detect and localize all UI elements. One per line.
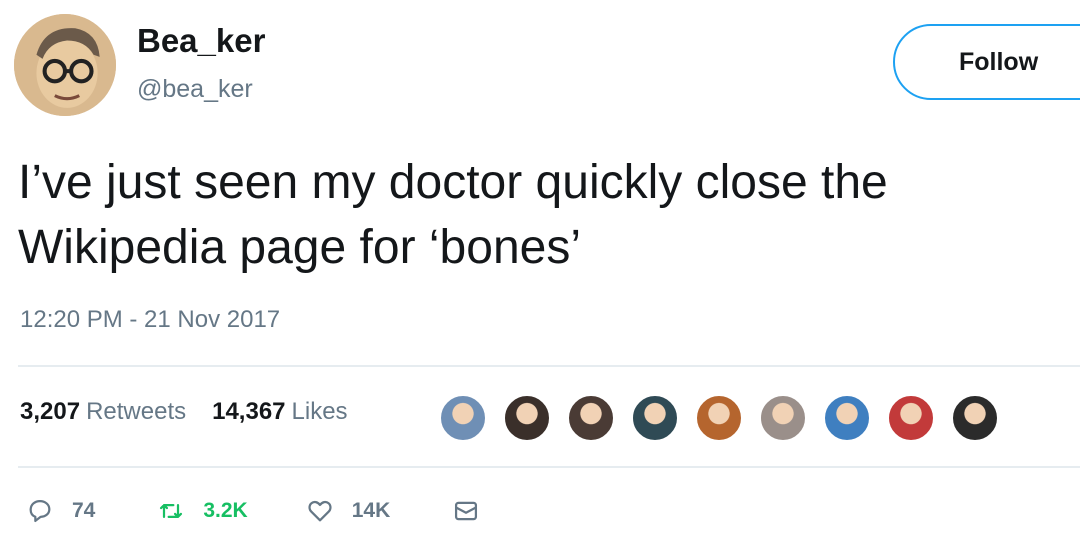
engagement-stats: 3,207 Retweets 14,367 Likes: [20, 398, 348, 426]
follow-button[interactable]: Follow: [893, 24, 1080, 100]
liker-avatars: [438, 393, 1014, 443]
avatar[interactable]: [14, 14, 116, 116]
liker-avatar-1[interactable]: [438, 393, 488, 443]
likes-count: 14,367: [212, 398, 286, 425]
retweet-count: 3.2K: [203, 499, 248, 522]
liker-avatar-6[interactable]: [758, 393, 808, 443]
tweet-timestamp[interactable]: 12:20 PM - 21 Nov 2017: [20, 306, 280, 334]
reply-icon: [29, 499, 51, 523]
reply-button[interactable]: 74: [26, 497, 95, 525]
retweet-button[interactable]: 3.2K: [157, 497, 248, 525]
liker-avatar-5[interactable]: [694, 393, 744, 443]
like-count: 14K: [351, 499, 391, 522]
retweets-label: Retweets: [86, 398, 187, 425]
divider: [18, 365, 1080, 367]
liker-avatar-4[interactable]: [630, 393, 680, 443]
heart-icon: [308, 500, 332, 522]
liker-avatar-9[interactable]: [950, 393, 1000, 443]
retweet-icon: [160, 504, 183, 518]
liker-avatar-7[interactable]: [822, 393, 872, 443]
avatar-face-icon: [14, 14, 116, 116]
reply-count: 74: [72, 499, 96, 522]
retweets-count: 3,207: [20, 398, 81, 425]
direct-message-button[interactable]: [452, 497, 480, 525]
liker-avatar-2[interactable]: [502, 393, 552, 443]
envelope-icon: [455, 501, 478, 521]
tweet-text: I’ve just seen my doctor quickly close t…: [18, 156, 888, 274]
retweets-stat[interactable]: 3,207 Retweets: [20, 398, 186, 426]
like-button[interactable]: 14K: [306, 497, 391, 525]
tweet-actions: 74 3.2K 14K: [26, 497, 480, 525]
divider: [18, 466, 1080, 468]
likes-stat[interactable]: 14,367 Likes: [212, 398, 347, 426]
follow-button-label: Follow: [959, 47, 1039, 76]
user-handle[interactable]: @bea_ker: [137, 75, 253, 104]
liker-avatar-8[interactable]: [886, 393, 936, 443]
liker-avatar-3[interactable]: [566, 393, 616, 443]
likes-label: Likes: [291, 398, 348, 425]
display-name[interactable]: Bea_ker: [137, 22, 265, 60]
